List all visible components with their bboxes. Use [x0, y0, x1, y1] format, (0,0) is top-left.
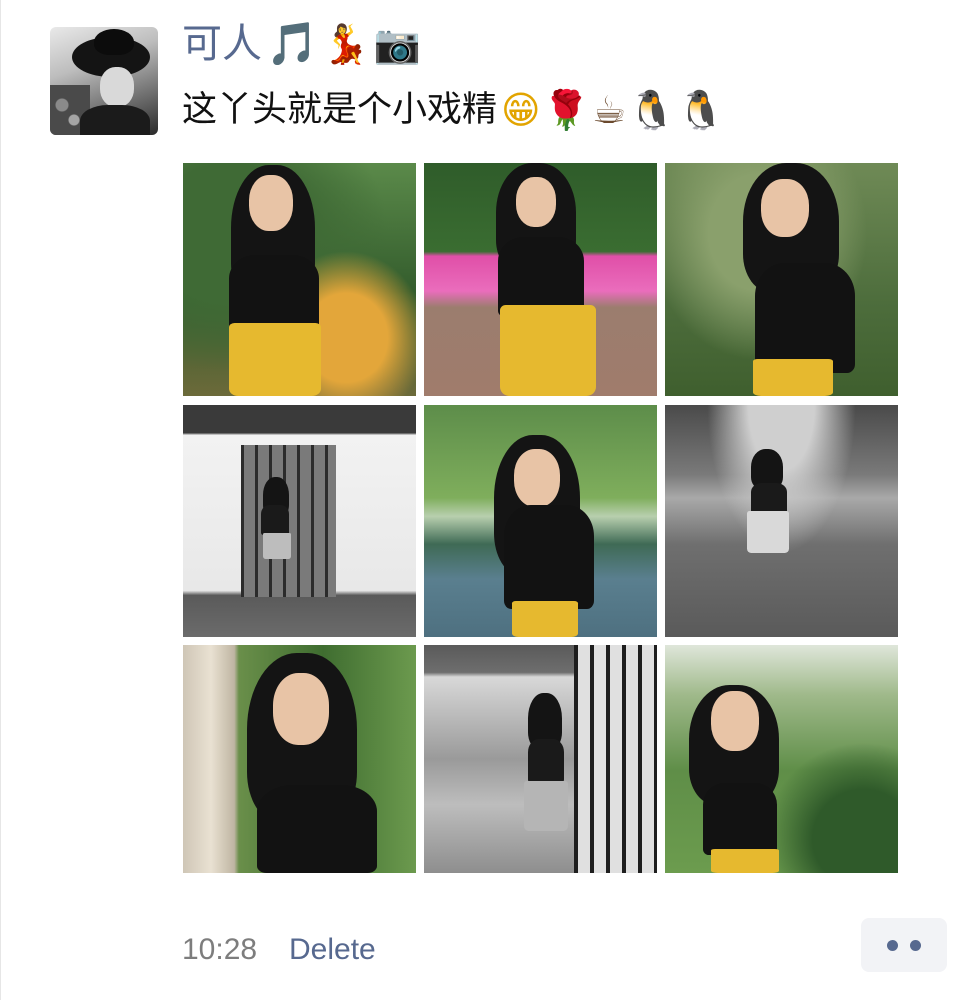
- author-name[interactable]: 可人: [182, 24, 262, 64]
- post-message: 这丫头就是个小戏精 😁 🌹 ☕ 🐧 🐧: [182, 82, 725, 138]
- photo-thumbnail[interactable]: [665, 645, 898, 873]
- more-dots-icon: [887, 939, 898, 951]
- photo-grid: [183, 163, 898, 874]
- photo-thumbnail[interactable]: [183, 645, 416, 873]
- more-button[interactable]: [861, 918, 947, 972]
- photo-thumbnail[interactable]: [665, 163, 898, 396]
- photo-thumbnail[interactable]: [183, 163, 416, 396]
- delete-link[interactable]: Delete: [289, 930, 376, 970]
- more-dots-icon: [910, 939, 921, 951]
- dancer-icon: 💃: [322, 22, 370, 66]
- avatar-body: [80, 105, 150, 135]
- photo-thumbnail[interactable]: [424, 645, 657, 873]
- music-note-icon: 🎵: [266, 19, 319, 68]
- author-row: 可人 🎵 💃 📷: [182, 14, 421, 74]
- photo-thumbnail[interactable]: [424, 405, 657, 637]
- coffee-icon: ☕: [591, 88, 627, 132]
- rose-icon: 🌹: [542, 88, 590, 132]
- avatar-face: [100, 67, 134, 107]
- grin-icon: 😁: [501, 88, 541, 132]
- camera-icon: 📷: [373, 22, 421, 66]
- photo-thumbnail[interactable]: [424, 163, 657, 396]
- message-text: 这丫头就是个小戏精: [182, 89, 498, 130]
- photo-thumbnail[interactable]: [665, 405, 898, 637]
- photo-thumbnail[interactable]: [183, 405, 416, 637]
- penguin-icon: 🐧: [677, 88, 725, 132]
- moments-post: 可人 🎵 💃 📷 这丫头就是个小戏精 😁 🌹 ☕ 🐧 🐧 10:28 Delet…: [0, 0, 978, 1000]
- avatar-hat-crown: [94, 29, 134, 55]
- avatar[interactable]: [50, 27, 158, 135]
- post-timestamp: 10:28: [182, 933, 258, 966]
- penguin-icon: 🐧: [628, 88, 676, 132]
